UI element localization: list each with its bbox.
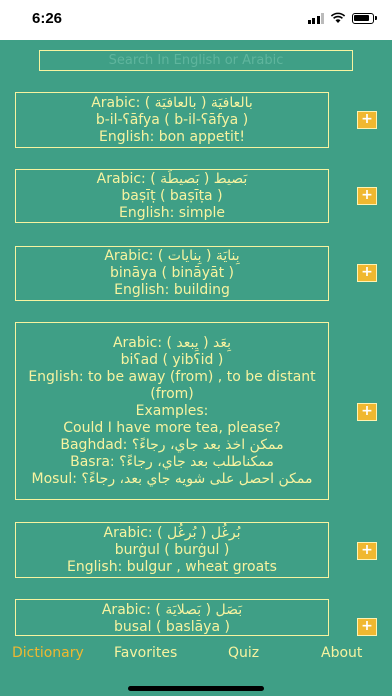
entry-card[interactable]: Arabic: ( بِنايات ) بِنايَة bināya ( bin… bbox=[15, 246, 329, 301]
add-favorite-button[interactable]: + bbox=[357, 264, 377, 282]
entry-card[interactable]: Arabic: ( بُرغُل ) بُرغُل burġul ( burġu… bbox=[15, 522, 329, 578]
home-indicator bbox=[128, 686, 264, 691]
entry-transliteration: busal ( baslāya ) bbox=[114, 619, 230, 635]
search-input[interactable] bbox=[39, 50, 353, 71]
entry-english: English: bon appetit! bbox=[99, 128, 245, 145]
entry-card[interactable]: Arabic: ( بالعافيَة ) بالعافيَة b-il-ʕāf… bbox=[15, 92, 329, 148]
entry-example-basra: Basra: ممكناطلب بعد جاي، رجاءً؟ bbox=[70, 453, 274, 470]
entry-example-mosul: Mosul: ممكن احصل على شويه جاي بعد، رجاءً… bbox=[31, 470, 313, 487]
entry-example-baghdad: Baghdad: ممكن اخذ بعد جاي، رجاءً؟ bbox=[60, 436, 284, 453]
status-time: 6:26 bbox=[32, 10, 63, 27]
entry-examples-heading: Examples: bbox=[135, 402, 209, 419]
entry-english: English: bulgur , wheat groats bbox=[67, 558, 277, 575]
entry-arabic: Arabic: ( بَصلايَة ) بَصَل bbox=[101, 602, 243, 618]
entry-english: English: simple bbox=[119, 204, 225, 221]
entry-transliteration: b-il-ʕāfya ( b-il-ʕāfya ) bbox=[95, 111, 249, 128]
status-bar: 6:26 bbox=[0, 0, 392, 40]
entry-card[interactable]: Arabic: ( بَصلايَة ) بَصَل busal ( baslā… bbox=[15, 599, 329, 636]
entry-arabic: Arabic: ( يِبعد ) بِعَد bbox=[112, 334, 232, 351]
entry-example-sentence: Could I have more tea, please? bbox=[63, 419, 281, 436]
entry-arabic: Arabic: ( بِنايات ) بِنايَة bbox=[104, 248, 240, 264]
entry-card[interactable]: Arabic: ( يِبعد ) بِعَد biʕad ( yibʕid )… bbox=[15, 322, 329, 500]
wifi-icon bbox=[330, 12, 346, 23]
tab-dictionary[interactable]: Dictionary bbox=[12, 645, 84, 661]
entry-arabic: Arabic: ( بالعافيَة ) بالعافيَة bbox=[91, 94, 253, 111]
add-favorite-button[interactable]: + bbox=[357, 111, 377, 129]
battery-icon bbox=[352, 12, 377, 24]
tab-favorites[interactable]: Favorites bbox=[114, 645, 177, 661]
add-favorite-button[interactable]: + bbox=[357, 618, 377, 636]
entry-transliteration: biʕad ( yibʕid ) bbox=[120, 351, 224, 368]
entry-transliteration: bināya ( bināyāt ) bbox=[110, 265, 234, 281]
add-favorite-button[interactable]: + bbox=[357, 542, 377, 560]
entry-transliteration: baṣīṭ ( baṣīṭa ) bbox=[121, 187, 223, 204]
entry-arabic: Arabic: ( بُرغُل ) بُرغُل bbox=[103, 524, 241, 541]
entry-transliteration: burġul ( burġul ) bbox=[114, 541, 230, 558]
tab-quiz[interactable]: Quiz bbox=[228, 645, 259, 661]
entry-arabic: Arabic: ( بَصيطَة ) بَصيط bbox=[96, 170, 248, 187]
status-icons bbox=[307, 12, 377, 24]
signal-icon bbox=[307, 12, 324, 24]
add-favorite-button[interactable]: + bbox=[357, 187, 377, 205]
entry-english: English: building bbox=[114, 282, 230, 298]
tab-about[interactable]: About bbox=[321, 645, 362, 661]
add-favorite-button[interactable]: + bbox=[357, 403, 377, 421]
entry-english: English: to be away (from) , to be dista… bbox=[28, 368, 316, 402]
entry-card[interactable]: Arabic: ( بَصيطَة ) بَصيط baṣīṭ ( baṣīṭa… bbox=[15, 169, 329, 223]
